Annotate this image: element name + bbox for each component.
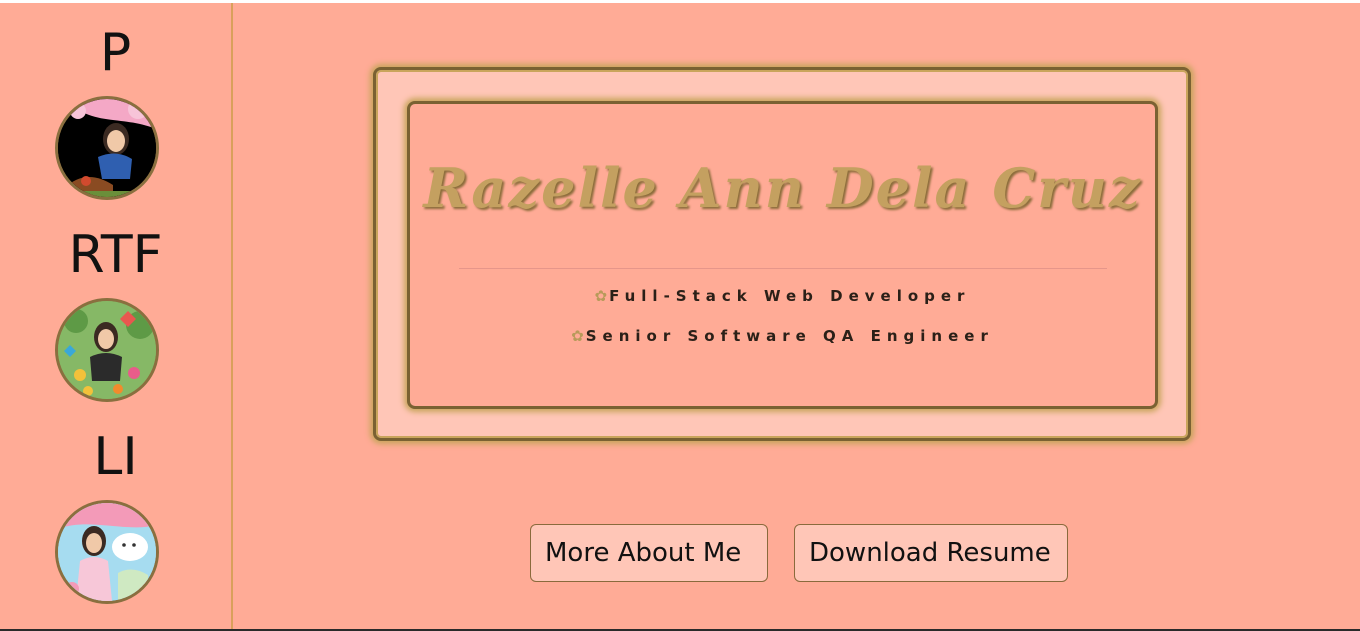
hero-divider [459, 268, 1107, 269]
leaf-icon: ✿ [571, 327, 584, 345]
hero-card: Razelle Ann Dela Cruz ✿ Full-Stack Web De… [407, 101, 1158, 409]
sidebar: P RTF LI [0, 3, 233, 629]
sidebar-label-p: P [99, 23, 132, 83]
avatar-portrait-garden-icon [58, 301, 156, 399]
download-resume-button[interactable]: Download Resume [794, 524, 1068, 582]
role-item-web-developer: ✿ Full-Stack Web Developer [410, 287, 1155, 305]
sidebar-label-li: LI [93, 427, 138, 487]
avatar-portrait-kimono-icon [58, 503, 156, 601]
avatar-p[interactable] [55, 96, 159, 200]
role-item-qa-engineer: ✿ Senior Software QA Engineer [410, 327, 1155, 345]
sidebar-item-li: LI [0, 427, 231, 487]
avatar-li[interactable] [55, 500, 159, 604]
role-label: Senior Software QA Engineer [585, 327, 994, 345]
role-label: Full-Stack Web Developer [609, 287, 971, 305]
main-content: Razelle Ann Dela Cruz ✿ Full-Stack Web De… [233, 3, 1360, 629]
sidebar-label-rtf: RTF [68, 225, 163, 285]
sidebar-item-rtf: RTF [0, 225, 231, 285]
page: P RTF LI Razelle Ann Dela Cruz ✿ Full-St… [0, 3, 1360, 631]
sidebar-item-p: P [0, 23, 231, 83]
avatar-rtf[interactable] [55, 298, 159, 402]
leaf-icon: ✿ [594, 287, 608, 305]
more-about-me-button[interactable]: More About Me [530, 524, 768, 582]
avatar-portrait-picnic-icon [58, 99, 156, 197]
hero-name: Razelle Ann Dela Cruz [423, 156, 1142, 220]
